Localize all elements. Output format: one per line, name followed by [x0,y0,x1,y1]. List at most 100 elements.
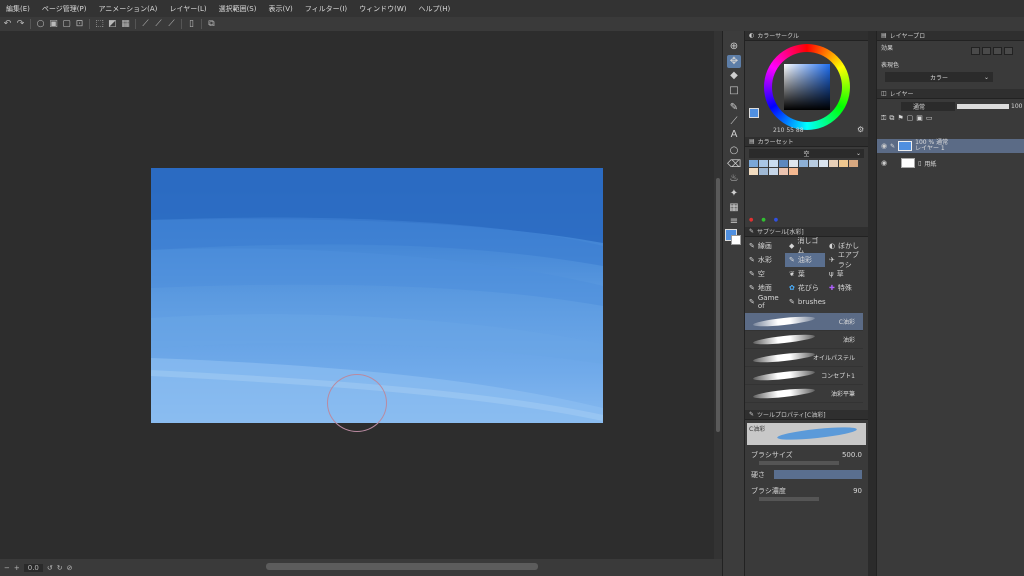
brush-tool-icon[interactable]: ⟋ [727,115,741,128]
layer-row[interactable]: ◉ ✎ 100 % 通常 レイヤー 1 [877,139,1024,153]
brush-item[interactable]: オイルパステル [745,349,863,367]
subtool-item[interactable]: ✎ Game of [745,294,785,310]
color-swatch[interactable] [789,168,798,175]
subtool-item[interactable]: ✎ 空 [745,267,785,281]
extract-line-button[interactable] [1004,47,1013,55]
move-tool-icon[interactable]: ✥ [727,55,741,68]
ruler-tool-icon[interactable]: ≡ [727,215,741,228]
selection-tool-icon[interactable]: □ [727,84,741,97]
brush-item[interactable]: C油彩 [745,313,863,331]
fill-tool-icon[interactable]: ♨ [727,172,741,185]
menu-animation[interactable]: アニメーション(A) [98,4,157,14]
color-swatch[interactable] [779,168,788,175]
opacity-slider[interactable] [957,104,1009,109]
device-icon[interactable]: ▯ [186,19,197,30]
color-set-select[interactable]: 空 ⌄ [749,149,864,158]
density-value[interactable]: 90 [853,487,862,495]
reset-rotation-icon[interactable]: ⊘ [67,564,73,572]
watercolor-effect-button[interactable] [982,47,991,55]
color-swatch[interactable] [809,160,818,167]
hardness-slider[interactable] [774,470,862,479]
color-saturation-square[interactable] [784,64,830,110]
subtool-tab[interactable]: サブツール[水彩] [757,227,804,236]
color-wheel[interactable] [764,44,850,130]
color-swatch[interactable] [829,160,838,167]
snap-special-ruler-icon[interactable]: ⟋ [153,19,164,30]
zoom-value[interactable]: 0.0 [23,563,43,572]
blend-tool-icon[interactable]: ○ [727,144,741,157]
operation-tool-icon[interactable]: ◆ [727,69,741,82]
subtool-item[interactable]: ✎ 地面 [745,281,785,295]
subtool-item[interactable]: ◆ 消しゴム [785,237,825,255]
eye-icon[interactable]: ◉ [881,159,887,167]
fill-icon[interactable]: ▣ [48,19,59,30]
panel-main-color[interactable] [749,108,759,118]
menu-window[interactable]: ウィンドウ(W) [359,4,406,14]
subtool-item[interactable]: ✚ 特殊 [825,281,865,295]
reference-icon[interactable]: ⚑ [897,114,903,123]
color-swatch[interactable] [749,168,758,175]
subtool-item[interactable]: ψ草 [825,267,865,281]
selection-layer-icon[interactable]: ▦ [120,19,131,30]
eye-icon[interactable]: ◉ [881,142,887,150]
redo-icon[interactable]: ↷ [15,19,26,30]
subtool-item[interactable]: ✎ 油彩 [785,253,825,267]
menu-edit[interactable]: 編集(E) [6,4,30,14]
hardness-row[interactable]: 硬さ [745,468,868,481]
zoom-in-icon[interactable]: + [14,564,20,572]
invert-selection-icon[interactable]: ◩ [107,19,118,30]
brush-size-row[interactable]: ブラシサイズ 500.0 [745,448,868,461]
horizontal-scroll-thumb[interactable] [266,563,538,570]
sub-color-swatch[interactable] [731,235,741,245]
color-circle-tab[interactable]: カラーサークル [757,31,799,40]
expression-color-select[interactable]: カラー ⌄ [885,72,993,82]
transform-icon[interactable]: ⊡ [74,19,85,30]
subtool-item[interactable]: ✈ エアブラシ [825,251,865,269]
undo-icon[interactable]: ↶ [2,19,13,30]
clear-outside-icon[interactable]: ▢ [61,19,72,30]
color-swatch[interactable] [819,160,828,167]
color-swatch[interactable] [779,160,788,167]
share-icon[interactable]: ⧉ [206,19,217,30]
zoom-out-icon[interactable]: − [4,564,10,572]
snap-ruler-icon[interactable]: ⟋ [140,19,151,30]
menu-filter[interactable]: フィルター(I) [305,4,347,14]
color-swatch[interactable] [849,160,858,167]
subtool-item[interactable]: ✎ 水彩 [745,253,785,267]
clip-icon[interactable]: ⧉ [889,114,894,123]
clear-icon[interactable]: ○ [35,19,46,30]
draft-icon[interactable]: ▢ [907,114,914,123]
color-swatch[interactable] [839,160,848,167]
figure-tool-icon[interactable]: ▦ [727,201,741,214]
pen-tool-icon[interactable]: ✎ [727,101,741,114]
tone-effect-button[interactable] [993,47,1002,55]
vertical-scroll-thumb[interactable] [716,178,720,432]
deselect-icon[interactable]: ⬚ [94,19,105,30]
menu-selection[interactable]: 選択範囲(S) [219,4,257,14]
density-row[interactable]: ブラシ濃度 90 [745,484,868,497]
brush-item[interactable]: 油彩平筆 [745,385,863,403]
ruler-icon[interactable]: ▭ [926,114,933,123]
lock-icon[interactable]: ⚿ [881,114,886,123]
color-swatch[interactable] [799,160,808,167]
color-swatch[interactable] [789,160,798,167]
subtool-item[interactable]: ❦ 葉 [785,267,825,281]
rotate-right-icon[interactable]: ↻ [57,564,63,572]
color-swatch[interactable] [759,168,768,175]
zoom-tool-icon[interactable]: ⊕ [727,40,741,53]
layer-row[interactable]: ◉ ▯ 用紙 [877,156,1024,170]
brush-size-value[interactable]: 500.0 [842,451,862,459]
color-swatch[interactable] [769,168,778,175]
layer-property-tab[interactable]: レイヤープロ [890,31,925,40]
opacity-value[interactable]: 100 [1011,103,1022,110]
rotate-left-icon[interactable]: ↺ [47,564,53,572]
layer-tab[interactable]: レイヤー [890,89,914,98]
menu-page-management[interactable]: ページ管理(P) [42,4,87,14]
mask-icon[interactable]: ▣ [916,114,923,123]
brush-item[interactable]: コンセプト1 [745,367,863,385]
tool-property-tab[interactable]: ツールプロパティ[C油彩] [757,410,826,419]
brush-item[interactable]: 油彩 [745,331,863,349]
color-set-tab[interactable]: カラーセット [758,137,794,146]
text-tool-icon[interactable]: A [727,128,741,141]
subtool-item[interactable]: ✎ 線画 [745,239,785,253]
